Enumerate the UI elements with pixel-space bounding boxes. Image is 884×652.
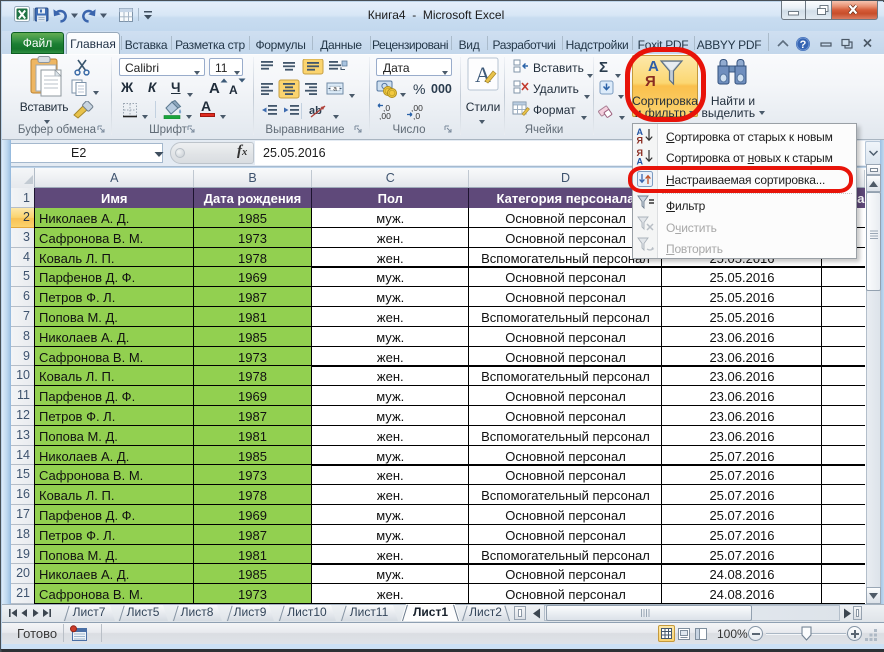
svg-text:Я: Я: [637, 136, 643, 145]
svg-text:,0: ,0: [413, 111, 420, 120]
svg-text:ab: ab: [309, 105, 322, 117]
svg-text:a: a: [333, 86, 337, 93]
svg-text:?: ?: [800, 39, 807, 51]
svg-text:A: A: [475, 62, 491, 87]
svg-text:,00: ,00: [379, 111, 391, 120]
svg-text:А: А: [637, 157, 644, 166]
